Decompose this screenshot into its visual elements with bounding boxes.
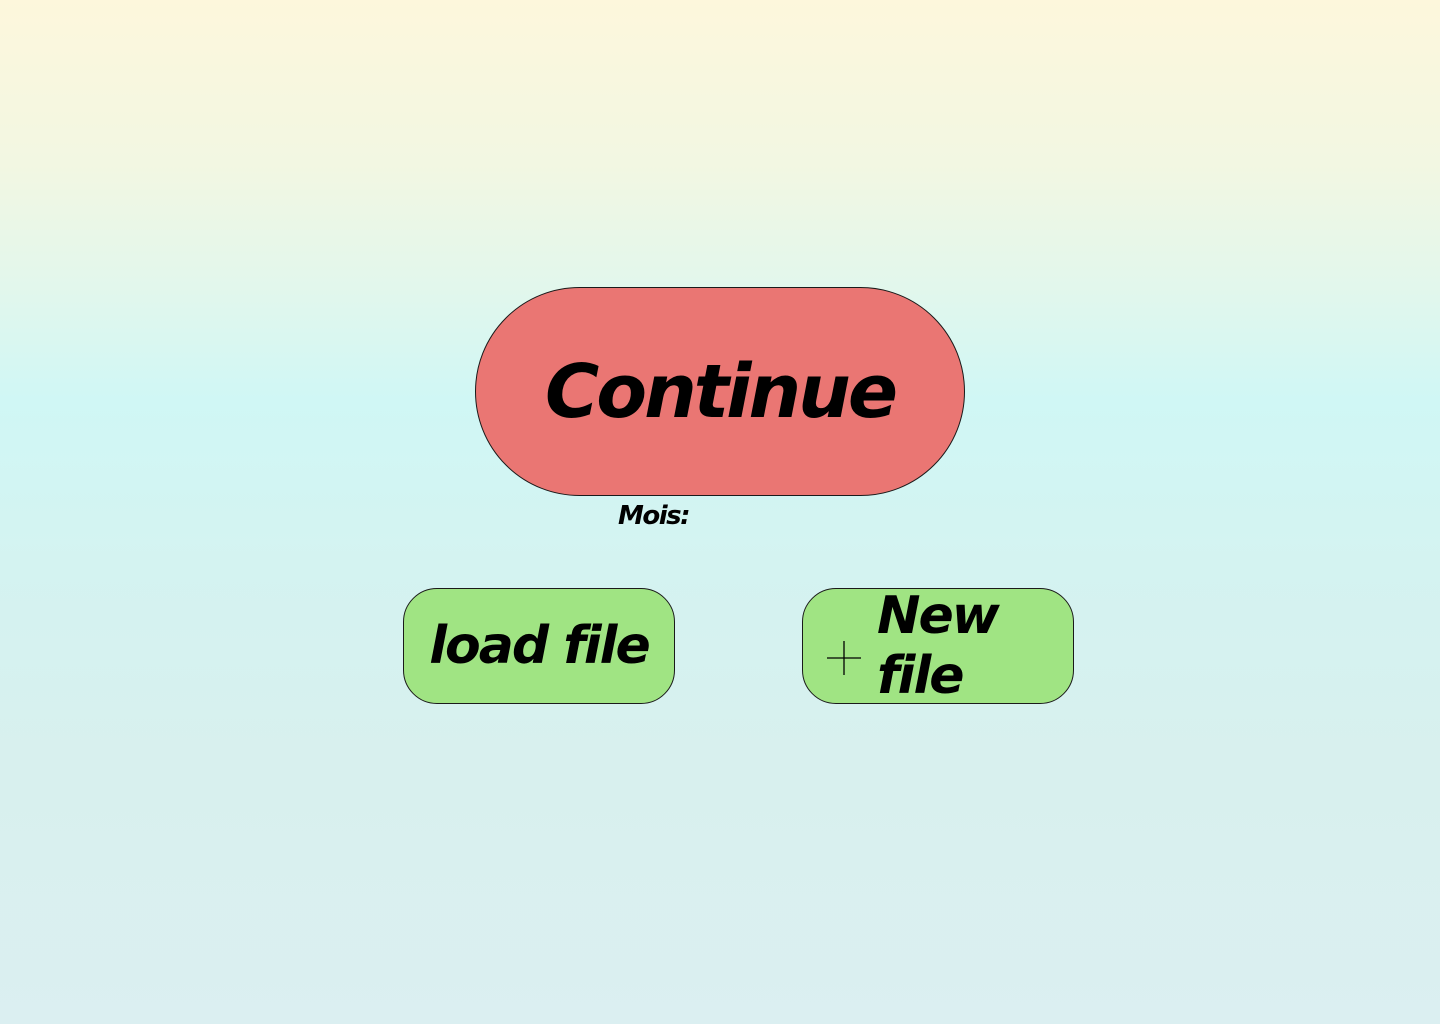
continue-button[interactable]: Continue <box>475 287 965 496</box>
continue-button-label: Continue <box>544 348 898 435</box>
load-file-button[interactable]: load file <box>403 588 675 704</box>
new-file-button-label: New file <box>877 586 1000 706</box>
plus-icon <box>825 630 863 675</box>
mois-label: Mois: <box>618 501 691 531</box>
new-file-button[interactable]: New file <box>802 586 1074 706</box>
load-file-button-label: load file <box>429 616 651 676</box>
